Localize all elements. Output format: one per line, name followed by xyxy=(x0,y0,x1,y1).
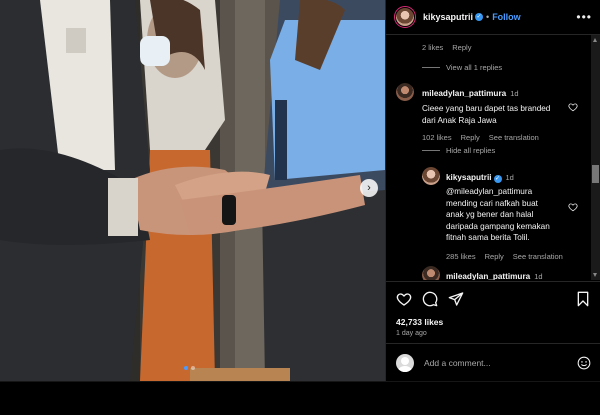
comment-text-line: dari Anak Raja Jawa xyxy=(422,115,497,125)
hide-replies-label: Hide all replies xyxy=(446,146,496,155)
scroll-down-icon[interactable] xyxy=(593,273,597,277)
like-heart-icon[interactable] xyxy=(396,291,412,307)
like-reply-heart-icon[interactable] xyxy=(568,202,578,212)
post-header: kikysaputrii ✓ • Follow ••• xyxy=(386,0,600,35)
comments-panel: kikysaputrii ✓ • Follow ••• 2 likes Repl… xyxy=(385,0,600,381)
verified-badge-icon: ✓ xyxy=(493,175,502,183)
likes-count[interactable]: 42,733 likes xyxy=(396,317,591,327)
add-comment-bar xyxy=(386,343,600,381)
action-icons xyxy=(396,290,591,308)
carousel-dot-active xyxy=(184,366,188,370)
save-bookmark-icon[interactable] xyxy=(575,291,591,307)
reply-text-line: daripada gampang kemakan xyxy=(446,221,550,231)
commenter-username[interactable]: mileadylan_pattimura xyxy=(422,89,506,98)
share-send-icon[interactable] xyxy=(448,291,464,307)
replier-avatar[interactable] xyxy=(422,167,440,185)
comment-meta: 102 likes Reply See translation xyxy=(422,133,587,142)
post-image[interactable]: › xyxy=(0,0,385,381)
author-username[interactable]: kikysaputrii xyxy=(423,12,473,22)
verified-badge-icon: ✓ xyxy=(475,13,484,21)
reply-text-line: @mileadylan_pattimura xyxy=(446,187,533,196)
scroll-thumb[interactable] xyxy=(592,165,599,183)
divider-line xyxy=(422,150,440,151)
reply-button[interactable]: Reply xyxy=(452,43,471,52)
replier-avatar[interactable] xyxy=(422,266,440,280)
scroll-up-icon[interactable] xyxy=(593,38,597,42)
comment-likes[interactable]: 102 likes xyxy=(422,133,452,142)
see-translation-button[interactable]: See translation xyxy=(489,133,539,142)
reply-text-line: mending cari nafkah buat xyxy=(446,198,538,208)
view-replies-toggle[interactable]: View all 1 replies xyxy=(422,63,502,72)
hide-replies-toggle[interactable]: Hide all replies xyxy=(422,146,495,155)
reply-time: 1d xyxy=(505,173,514,182)
bottom-bar xyxy=(0,381,600,415)
comment-meta: 2 likes Reply xyxy=(422,43,471,52)
comments-list[interactable]: 2 likes Reply View all 1 replies mileady… xyxy=(386,35,591,280)
reply-meta: 285 likes Reply See translation xyxy=(446,252,586,261)
reply-button[interactable]: Reply xyxy=(485,252,504,261)
replier-username[interactable]: kikysaputrii xyxy=(446,173,492,182)
reply-text-line: anak yg bener dan halal xyxy=(446,210,534,219)
comment-bubble-icon[interactable] xyxy=(422,291,438,307)
view-replies-label: View all 1 replies xyxy=(446,63,503,72)
author-avatar[interactable] xyxy=(394,6,416,28)
next-slide-button[interactable]: › xyxy=(360,179,378,197)
comments-scrollbar[interactable] xyxy=(591,35,600,280)
reply-text-line: fitnah sama berita Tolil. xyxy=(446,233,530,242)
like-comment-heart-icon[interactable] xyxy=(568,102,578,112)
follow-button[interactable]: Follow xyxy=(492,12,521,22)
photo-illustration xyxy=(0,0,385,381)
reply-button[interactable]: Reply xyxy=(461,133,480,142)
see-translation-button[interactable]: See translation xyxy=(513,252,563,261)
post-actions: 42,733 likes 1 day ago xyxy=(386,281,600,337)
current-user-avatar xyxy=(396,353,414,372)
post-dialog: › kikysaputrii ✓ • Follow ••• 2 likes Re… xyxy=(0,0,600,381)
comment-likes[interactable]: 2 likes xyxy=(422,43,443,52)
comment-text-line: Cieee yang baru dapet tas branded xyxy=(422,104,551,113)
replier-username[interactable]: mileadylan_pattimura xyxy=(446,272,530,280)
reply-time: 1d xyxy=(534,272,543,280)
more-horizontal-icon[interactable]: ••• xyxy=(576,10,592,24)
post-date[interactable]: 1 day ago xyxy=(396,330,591,337)
divider-line xyxy=(422,67,440,68)
carousel-indicator xyxy=(184,366,195,370)
emoji-icon[interactable] xyxy=(577,356,591,370)
header-separator: • xyxy=(486,12,490,22)
chevron-right-icon: › xyxy=(367,182,371,194)
add-comment-input[interactable] xyxy=(424,357,577,368)
reply-likes[interactable]: 285 likes xyxy=(446,252,476,261)
commenter-avatar[interactable] xyxy=(396,83,414,101)
carousel-dot xyxy=(191,366,195,370)
comment-time: 1d xyxy=(510,89,519,98)
